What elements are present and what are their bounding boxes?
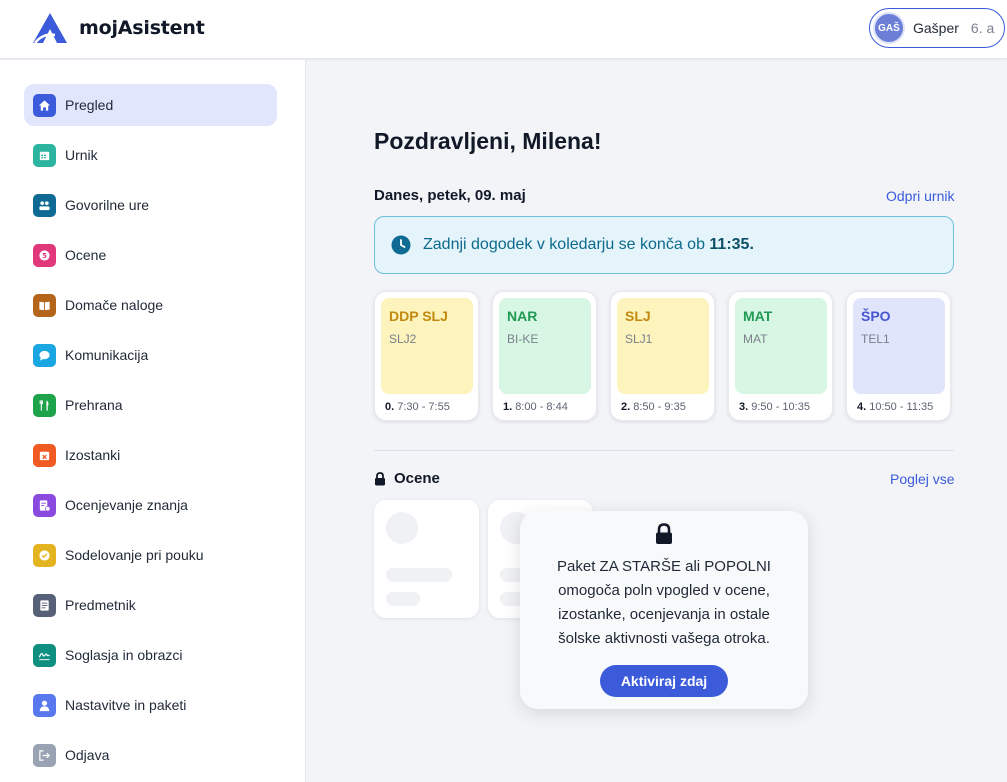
sidebar-item-komunikacija[interactable]: Komunikacija (24, 334, 277, 376)
lesson-block: ŠPO TEL1 (853, 298, 945, 394)
cutlery-icon (33, 393, 56, 417)
sidebar-item-label: Domače naloge (65, 297, 164, 313)
activate-now-button[interactable]: Aktiviraj zdaj (600, 665, 728, 697)
sidebar-item-soglasja[interactable]: Soglasja in obrazci (24, 634, 277, 676)
lesson-time: 0. 7:30 - 7:55 (385, 401, 450, 413)
sidebar-item-label: Soglasja in obrazci (65, 647, 183, 663)
grades-section-title: Ocene (374, 470, 440, 487)
sidebar-item-izostanki[interactable]: Izostanki (24, 434, 277, 476)
lesson-card[interactable]: MAT MAT 3. 9:50 - 10:35 (728, 291, 833, 421)
skeleton-circle (386, 512, 418, 544)
section-divider (374, 450, 954, 451)
sidebar-item-label: Ocene (65, 247, 107, 263)
lesson-block: DDP SLJ SLJ2 (381, 298, 473, 394)
user-name: Gašper (913, 20, 959, 36)
user-icon (33, 693, 56, 717)
sidebar-item-label: Komunikacija (65, 347, 149, 363)
lesson-card[interactable]: ŠPO TEL1 4. 10:50 - 11:35 (846, 291, 951, 421)
sidebar-item-label: Predmetnik (65, 597, 136, 613)
lesson-time: 4. 10:50 - 11:35 (857, 401, 934, 413)
locked-message: Paket ZA STARŠE ali POPOLNI omogoča poln… (557, 558, 771, 647)
svg-text:5: 5 (42, 252, 47, 260)
skeleton-bar (386, 568, 452, 582)
page-title: Pozdravljeni, Milena! (374, 128, 602, 154)
lesson-subject: ŠPO (861, 308, 891, 324)
logo-icon (33, 13, 67, 44)
sidebar-item-prehrana[interactable]: Prehrana (24, 384, 277, 426)
logout-icon (33, 743, 56, 767)
lesson-time: 3. 9:50 - 10:35 (739, 401, 810, 413)
main-content: Pozdravljeni, Milena! Danes, petek, 09. … (307, 60, 1007, 782)
sidebar-item-govorilne-ure[interactable]: Govorilne ure (24, 184, 277, 226)
lesson-code: TEL1 (861, 332, 890, 346)
view-all-grades-link[interactable]: Poglej vse (890, 471, 955, 487)
clock-icon (391, 235, 411, 255)
calendar-info-banner: Zadnji dogodek v koledarju se konča ob 1… (374, 216, 954, 274)
sidebar-item-label: Sodelovanje pri pouku (65, 547, 204, 563)
sidebar-item-odjava[interactable]: Odjava (24, 734, 277, 776)
lesson-block: SLJ SLJ1 (617, 298, 709, 394)
sidebar-item-label: Prehrana (65, 397, 123, 413)
people-icon (33, 193, 56, 217)
user-class: 6. a (970, 20, 995, 36)
home-icon (33, 93, 56, 117)
lesson-code: SLJ1 (625, 332, 653, 346)
grade-icon: 5 (33, 243, 56, 267)
lesson-subject: SLJ (625, 308, 651, 324)
sidebar-item-domace-naloge[interactable]: Domače naloge (24, 284, 277, 326)
avatar: GAŠ (873, 12, 905, 44)
list-book-icon (33, 593, 56, 617)
grades-section-label: Ocene (394, 470, 440, 487)
locked-feature-popup: Paket ZA STARŠE ali POPOLNI omogoča poln… (520, 511, 808, 709)
sidebar-item-sodelovanje[interactable]: Sodelovanje pri pouku (24, 534, 277, 576)
sidebar-item-ocene[interactable]: 5 Ocene (24, 234, 277, 276)
signature-icon (33, 643, 56, 667)
lesson-card[interactable]: DDP SLJ SLJ2 0. 7:30 - 7:55 (374, 291, 479, 421)
sidebar-item-label: Govorilne ure (65, 197, 150, 213)
banner-text: Zadnji dogodek v koledarju se konča ob 1… (423, 236, 754, 253)
app-logo[interactable]: mojAsistent (31, 11, 205, 45)
sidebar-item-label: Odjava (65, 747, 110, 763)
sidebar-item-label: Ocenjevanje znanja (65, 497, 188, 513)
check-badge-icon (33, 543, 56, 567)
lesson-code: SLJ2 (389, 332, 417, 346)
grade-card-placeholder (374, 500, 479, 618)
lesson-time: 1. 8:00 - 8:44 (503, 401, 568, 413)
sidebar-item-label: Izostanki (65, 447, 121, 463)
banner-time: 11:35. (709, 236, 754, 253)
calendar-x-icon (33, 443, 56, 467)
lock-icon (375, 471, 385, 485)
book-icon (33, 293, 56, 317)
lesson-block: MAT MAT (735, 298, 827, 394)
date-heading: Danes, petek, 09. maj (374, 187, 526, 204)
lesson-code: BI-KE (507, 332, 539, 346)
skeleton-bar (386, 592, 420, 606)
lesson-block: NAR BI-KE (499, 298, 591, 394)
lesson-subject: NAR (507, 308, 538, 324)
app-name: mojAsistent (79, 17, 205, 39)
sidebar-item-predmetnik[interactable]: Predmetnik (24, 584, 277, 626)
lesson-time: 2. 8:50 - 9:35 (621, 401, 686, 413)
sidebar-item-label: Urnik (65, 147, 98, 163)
sidebar-item-label: Nastavitve in paketi (65, 697, 187, 713)
user-profile-chip[interactable]: GAŠ Gašper 6. a (869, 8, 1005, 48)
sidebar-item-label: Pregled (65, 97, 114, 113)
lock-icon (656, 523, 672, 544)
lesson-card[interactable]: NAR BI-KE 1. 8:00 - 8:44 (492, 291, 597, 421)
sidebar-item-nastavitve[interactable]: Nastavitve in paketi (24, 684, 277, 726)
lesson-subject: MAT (743, 308, 773, 324)
calendar-icon (33, 143, 56, 167)
top-header: mojAsistent GAŠ Gašper 6. a (0, 0, 1007, 59)
chat-icon (33, 343, 56, 367)
sidebar: Pregled Urnik Govorilne ure 5 Ocene Doma… (0, 60, 306, 782)
lesson-subject: DDP SLJ (389, 308, 448, 324)
sidebar-item-urnik[interactable]: Urnik (24, 134, 277, 176)
sidebar-item-ocenjevanje-znanja[interactable]: Ocenjevanje znanja (24, 484, 277, 526)
open-schedule-link[interactable]: Odpri urnik (886, 188, 954, 204)
lesson-card[interactable]: SLJ SLJ1 2. 8:50 - 9:35 (610, 291, 715, 421)
exam-icon (33, 493, 56, 517)
sidebar-item-pregled[interactable]: Pregled (24, 84, 277, 126)
lesson-code: MAT (743, 332, 768, 346)
